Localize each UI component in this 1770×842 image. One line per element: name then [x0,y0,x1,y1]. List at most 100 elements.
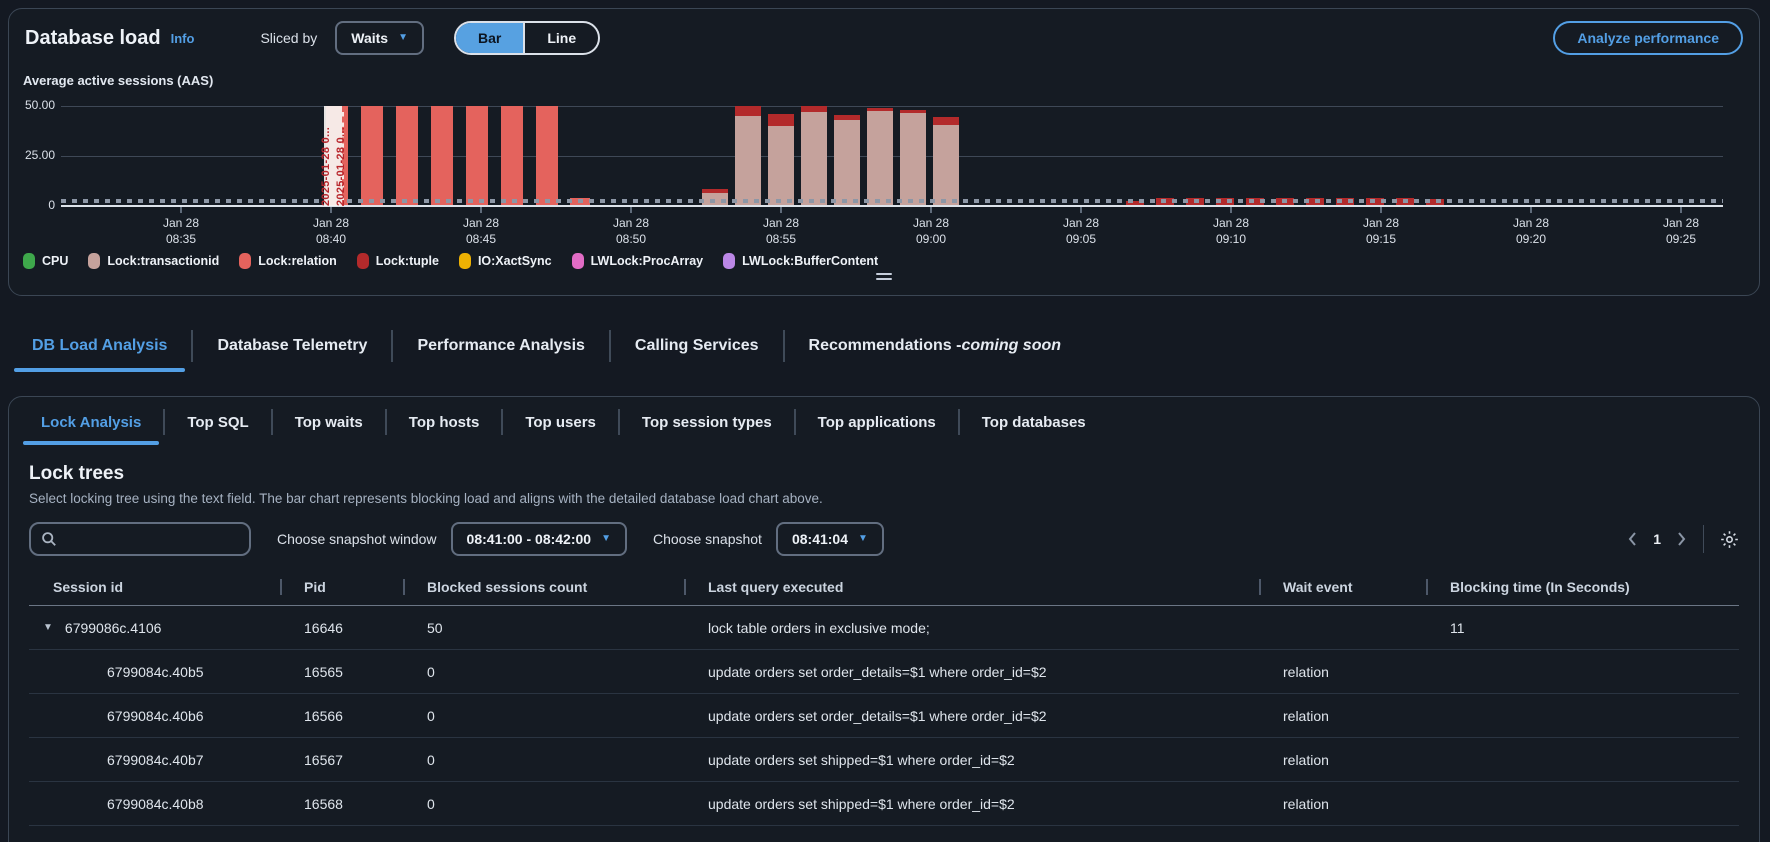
legend-item-CPU[interactable]: CPU [23,253,68,269]
slice-by-dropdown[interactable]: Waits ▼ [335,21,424,55]
tab-top-sql[interactable]: Top SQL [165,414,270,447]
x-tick-label: Jan 2808:40 [286,215,376,247]
tab-calling-services[interactable]: Calling Services [611,296,783,396]
table-row[interactable]: ▼6799086c.41061664650lock table orders i… [29,606,1739,650]
session-id-cell: 6799084c.40b8 [29,796,280,812]
x-tick-date: Jan 28 [586,215,676,231]
tab-top-databases[interactable]: Top databases [960,414,1108,447]
x-tick-time: 08:55 [736,231,826,247]
y-axis-title: Average active sessions (AAS) [23,73,213,88]
expand-row-arrow[interactable]: ▼ [43,622,53,633]
search-input[interactable] [65,530,239,548]
info-link[interactable]: Info [171,31,195,46]
chart-bar[interactable] [834,115,860,206]
table-row[interactable]: 6799084c.40b7165670update orders set shi… [29,738,1739,782]
legend-item-LWLock:ProcArray[interactable]: LWLock:ProcArray [572,253,704,269]
legend-item-IO:XactSync[interactable]: IO:XactSync [459,253,552,269]
next-page-button[interactable] [1677,531,1687,547]
analyze-performance-button[interactable]: Analyze performance [1553,21,1743,55]
bar-segment-Lock:tuple [933,117,959,125]
snapshot-dropdown[interactable]: 08:41:04 ▼ [776,522,884,556]
column-header-blocked-sessions-count[interactable]: Blocked sessions count [403,579,684,595]
blocking-time-cell: 11 [1426,620,1739,636]
column-header-pid[interactable]: Pid [280,579,403,595]
divider [1703,525,1704,553]
tab-top-waits[interactable]: Top waits [273,414,385,447]
session-id-cell: 6799084c.40b7 [29,752,280,768]
chart-bar[interactable] [536,106,558,206]
column-header-session-id[interactable]: Session id [29,579,280,595]
table-header: Session idPidBlocked sessions countLast … [29,568,1739,606]
toggle-bar[interactable]: Bar [456,23,523,53]
tab-top-session-types[interactable]: Top session types [620,414,794,447]
current-page-number: 1 [1653,531,1661,547]
legend-swatch [239,253,251,269]
snapshot-window-dropdown[interactable]: 08:41:00 - 08:42:00 ▼ [451,522,627,556]
chart-bar[interactable] [867,108,893,206]
chart-bar[interactable] [501,106,523,206]
tab-label: Lock Analysis [41,414,141,431]
chart-bar[interactable] [466,106,488,206]
bar-segment-Lock:relation [501,106,523,206]
tab-top-hosts[interactable]: Top hosts [387,414,502,447]
search-box[interactable] [29,522,251,556]
table-row[interactable]: 6799084c.40b8165680update orders set shi… [29,782,1739,826]
bar-segment-Lock:transactionid [900,113,926,206]
chevron-down-icon: ▼ [398,33,408,43]
column-header-last-query-executed[interactable]: Last query executed [684,579,1259,595]
x-tick-mark [930,207,932,213]
legend-label: CPU [42,254,68,268]
tab-database-telemetry[interactable]: Database Telemetry [193,296,391,396]
legend-item-Lock:tuple[interactable]: Lock:tuple [357,253,439,269]
x-tick-time: 09:15 [1336,231,1426,247]
tab-label: Performance Analysis [417,337,584,355]
chart-bar[interactable] [396,106,418,206]
legend-item-LWLock:BufferContent[interactable]: LWLock:BufferContent [723,253,878,269]
lock-trees-controls: Choose snapshot window 08:41:00 - 08:42:… [29,522,1739,556]
gear-icon [1720,530,1739,549]
x-tick-time: 09:25 [1636,231,1726,247]
legend-item-Lock:relation[interactable]: Lock:relation [239,253,337,269]
bar-segment-Lock:relation [466,106,488,206]
tab-top-users[interactable]: Top users [503,414,618,447]
x-tick-mark [330,207,332,213]
tab-lock-analysis[interactable]: Lock Analysis [19,414,163,447]
legend-item-Lock:transactionid[interactable]: Lock:transactionid [88,253,219,269]
tab-top-applications[interactable]: Top applications [796,414,958,447]
blocked-sessions-cell: 0 [403,664,684,680]
x-tick-label: Jan 2808:45 [436,215,526,247]
column-header-blocking-time-in-seconds-[interactable]: Blocking time (In Seconds) [1426,579,1739,595]
chevron-down-icon: ▼ [858,534,868,544]
table-body: ▼6799086c.41061664650lock table orders i… [29,606,1739,826]
chart-bar[interactable] [361,106,383,206]
column-header-wait-event[interactable]: Wait event [1259,579,1426,595]
table-settings-button[interactable] [1720,530,1739,549]
x-tick-mark [180,207,182,213]
performance-insights-page: Database load Info Sliced by Waits ▼ Bar… [0,0,1770,842]
toggle-line[interactable]: Line [523,23,598,53]
bar-segment-Lock:transactionid [867,111,893,206]
snapshot-value: 08:41:04 [792,531,848,547]
chart-bar[interactable] [702,189,728,206]
pid-cell: 16646 [280,620,403,636]
chart-bar[interactable] [801,106,827,206]
chart-bar[interactable] [900,110,926,206]
tab-recommendations-[interactable]: Recommendations - coming soon [785,296,1085,396]
legend-label: Lock:transactionid [107,254,219,268]
chart-bar[interactable] [933,117,959,206]
table-row[interactable]: 6799084c.40b5165650update orders set ord… [29,650,1739,694]
x-tick-label: Jan 2809:25 [1636,215,1726,247]
x-tick-time: 08:40 [286,231,376,247]
chart-bar[interactable] [768,114,794,206]
x-tick-date: Jan 28 [886,215,976,231]
table-row[interactable]: 6799084c.40b6165660update orders set ord… [29,694,1739,738]
tab-performance-analysis[interactable]: Performance Analysis [393,296,608,396]
chart-bar[interactable] [735,106,761,206]
previous-page-button[interactable] [1627,531,1637,547]
chart-bar[interactable] [431,106,453,206]
tab-db-load-analysis[interactable]: DB Load Analysis [8,296,191,396]
x-tick-label: Jan 2808:35 [136,215,226,247]
resize-handle[interactable] [876,270,892,283]
x-tick-time: 08:35 [136,231,226,247]
session-id: 6799086c.4106 [65,620,162,636]
